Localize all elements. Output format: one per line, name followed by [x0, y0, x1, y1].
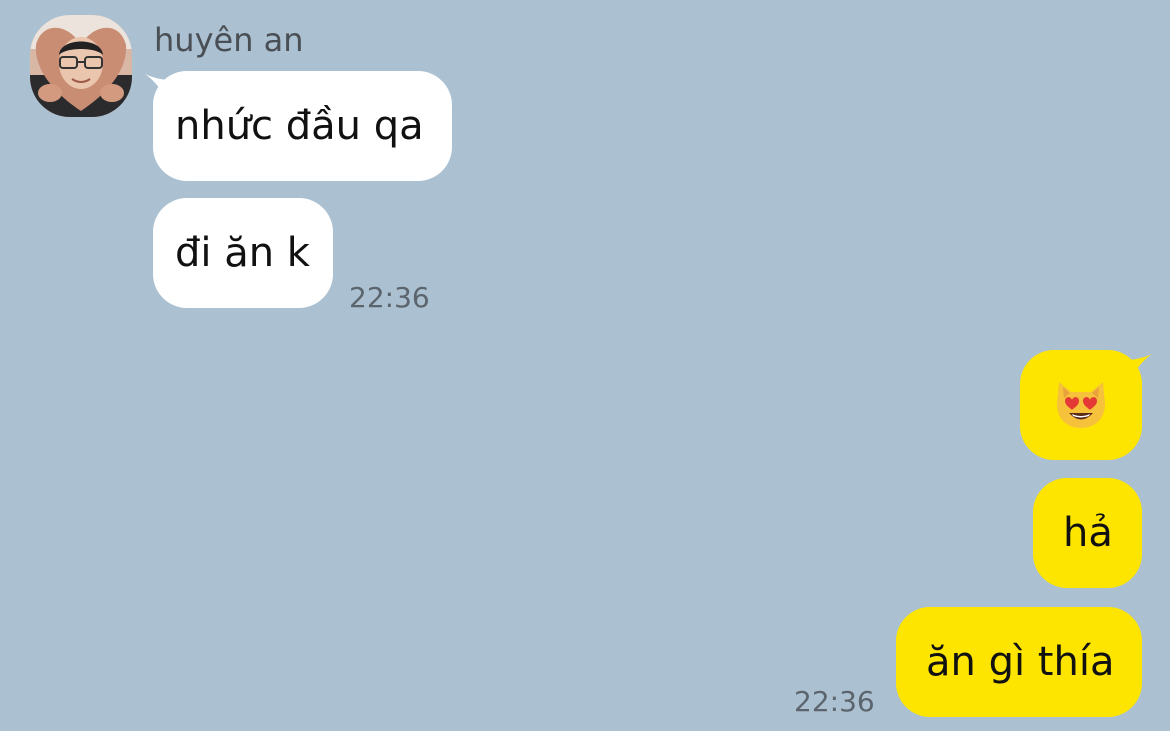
message-text: ăn gì thía	[926, 639, 1115, 685]
message-timestamp: 22:36	[794, 685, 875, 718]
outgoing-message[interactable]: hả	[1033, 478, 1142, 588]
message-text: nhức đầu qa	[175, 103, 424, 149]
message-text: hả	[1063, 510, 1113, 556]
incoming-message[interactable]: đi ăn k	[153, 198, 333, 308]
sender-avatar[interactable]	[30, 15, 132, 117]
sender-name: huyên an	[154, 21, 304, 59]
outgoing-message[interactable]	[1020, 350, 1142, 460]
incoming-message[interactable]: nhức đầu qa	[153, 71, 452, 181]
message-timestamp: 22:36	[349, 281, 430, 314]
outgoing-message[interactable]: ăn gì thía	[896, 607, 1142, 717]
message-text: đi ăn k	[175, 230, 310, 276]
avatar-photo	[30, 15, 132, 117]
smiling-cat-heart-eyes-icon	[1057, 382, 1105, 428]
chat-room: huyên an nhức đầu qa đi ăn k 22:36 hả ăn…	[0, 0, 1170, 731]
